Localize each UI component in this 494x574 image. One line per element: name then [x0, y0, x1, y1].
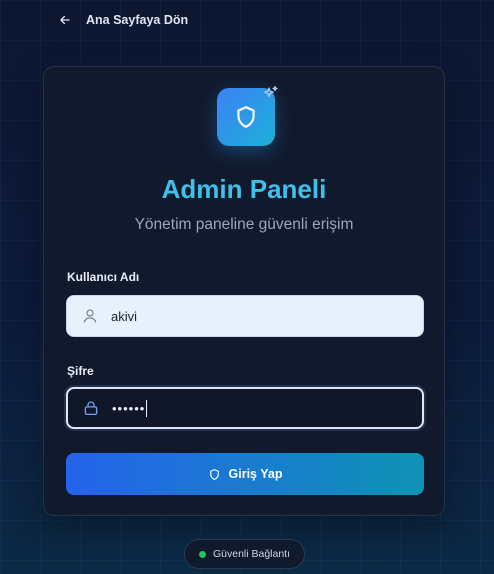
- shield-icon: [209, 468, 219, 480]
- lock-icon: [84, 401, 98, 416]
- password-value: ••••••: [112, 400, 146, 416]
- text-caret: [146, 399, 148, 417]
- username-label: Kullanıcı Adı: [67, 270, 140, 284]
- password-field[interactable]: ••••••: [66, 387, 424, 429]
- sparkles-icon: [264, 85, 278, 97]
- password-label: Şifre: [67, 364, 94, 378]
- arrow-left-icon: [60, 15, 70, 25]
- back-link-label: Ana Sayfaya Dön: [86, 13, 189, 27]
- login-card: Admin Paneli Yönetim paneline güvenli er…: [43, 66, 445, 516]
- username-field[interactable]: akivi: [66, 295, 424, 337]
- username-value: akivi: [111, 308, 138, 324]
- page-subtitle: Yönetim paneline güvenli erişim: [134, 216, 354, 233]
- secure-connection-label: Güvenli Bağlantı: [212, 548, 291, 560]
- page-title: Admin Paneli: [161, 174, 327, 204]
- secure-connection-badge: Güvenli Bağlantı: [184, 539, 305, 569]
- shield-icon: [237, 106, 255, 128]
- back-to-home-link[interactable]: Ana Sayfaya Dön: [58, 10, 188, 30]
- login-button[interactable]: Giriş Yap: [66, 453, 424, 495]
- login-button-label: Giriş Yap: [228, 467, 283, 481]
- user-icon: [83, 309, 97, 323]
- status-dot-icon: [198, 550, 206, 558]
